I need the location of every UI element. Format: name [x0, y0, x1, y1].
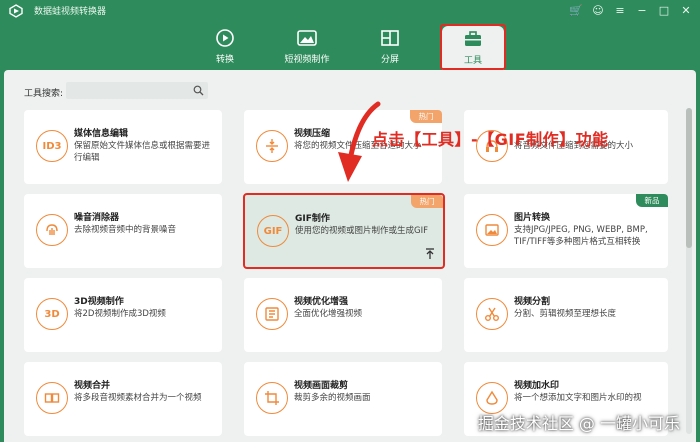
search-label: 工具搜索:	[24, 89, 64, 99]
enhance-icon	[256, 298, 288, 330]
cart-icon[interactable]: 🛒	[568, 2, 584, 18]
hot-badge: 热门	[410, 110, 442, 123]
user-icon[interactable]: ☺	[590, 2, 606, 18]
card-title: 视频优化增强	[294, 297, 349, 307]
tab-tools-label: 工具	[463, 56, 482, 66]
card-title: 视频画面裁剪	[294, 381, 349, 391]
card-desc: 全面优化增强视频	[294, 309, 363, 319]
tool-card-image-convert[interactable]: 新品 图片转换 支持JPG/JPEG, PNG, WEBP, BMP, TIF/…	[464, 194, 668, 268]
new-badge: 新品	[636, 194, 668, 207]
gif-icon: GIF	[257, 215, 289, 247]
tab-split-screen[interactable]: 分屏	[340, 22, 440, 70]
card-desc: 分割、剪辑视频至理想长度	[514, 309, 617, 319]
toolbox-icon	[465, 31, 481, 46]
card-title: 图片转换	[514, 213, 551, 223]
card-title: 视频分割	[514, 297, 551, 307]
tab-tools[interactable]: 工具	[442, 26, 504, 70]
card-title: 3D视频制作	[74, 297, 124, 307]
search-input[interactable]	[66, 82, 208, 99]
hot-badge: 热门	[411, 195, 443, 208]
tool-card-gif-maker[interactable]: GIF 热门 GIF制作 使用您的视频或图片制作或生成GIF	[243, 193, 445, 269]
card-title: GIF制作	[295, 214, 330, 224]
menu-icon[interactable]: ≡	[612, 2, 628, 18]
card-desc: 保留原始文件媒体信息或根据需要进行编辑	[74, 141, 211, 163]
maximize-icon[interactable]: □	[656, 2, 672, 18]
annotation-arrow-icon	[338, 101, 381, 182]
crop-icon	[256, 382, 288, 414]
3d-icon: 3D	[36, 298, 68, 330]
noise-remover-icon	[36, 214, 68, 246]
card-desc: 将2D视频制作成3D视频	[74, 309, 166, 319]
image-convert-icon	[476, 214, 508, 246]
id3-icon: ID3	[36, 130, 68, 162]
tool-card-video-enhance[interactable]: 视频优化增强 全面优化增强视频	[244, 278, 442, 352]
main-nav: 转换 短视频制作 分屏 工具	[0, 22, 700, 70]
title-bar: 数据蛙视频转换器 🛒 ☺ ≡ − □ ✕	[0, 0, 700, 22]
card-title: 视频加水印	[514, 381, 560, 391]
card-desc: 将一个想添加文字和图片水印的视	[514, 393, 642, 403]
short-video-icon	[297, 30, 317, 46]
split-screen-icon	[381, 30, 399, 46]
app-logo-icon	[9, 4, 23, 18]
card-title: 噪音消除器	[74, 213, 120, 223]
scrollbar[interactable]	[686, 108, 692, 434]
tool-card-noise-remover[interactable]: 噪音消除器 去除视频音频中的背景噪音	[24, 194, 222, 268]
compress-icon	[256, 130, 288, 162]
merge-icon	[36, 382, 68, 414]
tool-card-video-crop[interactable]: 视频画面裁剪 裁剪多余的视频画面	[244, 362, 442, 436]
card-desc: 将多段音视频素材合并为一个视频	[74, 393, 202, 403]
convert-icon	[216, 29, 234, 47]
window-title: 数据蛙视频转换器	[34, 7, 107, 17]
watermark-text: 掘金技术社区 @ 一罐小可乐	[477, 414, 680, 433]
tool-card-3d-video[interactable]: 3D 3D视频制作 将2D视频制作成3D视频	[24, 278, 222, 352]
tab-split-screen-label: 分屏	[380, 55, 399, 65]
card-title: 视频合并	[74, 381, 111, 391]
card-desc: 支持JPG/JPEG, PNG, WEBP, BMP, TIF/TIFF等多种图…	[514, 225, 648, 247]
pin-top-icon[interactable]	[425, 248, 435, 260]
annotation-text: 点击【工具】-【GIF制作】功能	[372, 130, 609, 149]
card-desc: 裁剪多余的视频画面	[294, 393, 371, 403]
search-icon[interactable]	[193, 85, 204, 96]
scrollbar-thumb[interactable]	[686, 108, 692, 248]
card-desc: 使用您的视频或图片制作或生成GIF	[295, 226, 428, 236]
scissors-icon	[476, 298, 508, 330]
card-desc: 去除视频音频中的背景噪音	[74, 225, 177, 235]
tool-card-video-merge[interactable]: 视频合并 将多段音视频素材合并为一个视频	[24, 362, 222, 436]
tool-card-video-split[interactable]: 视频分割 分割、剪辑视频至理想长度	[464, 278, 668, 352]
minimize-icon[interactable]: −	[634, 2, 650, 18]
tool-card-media-info[interactable]: ID3 媒体信息编辑 保留原始文件媒体信息或根据需要进行编辑	[24, 110, 222, 184]
card-title: 媒体信息编辑	[74, 129, 129, 139]
close-icon[interactable]: ✕	[678, 2, 694, 18]
